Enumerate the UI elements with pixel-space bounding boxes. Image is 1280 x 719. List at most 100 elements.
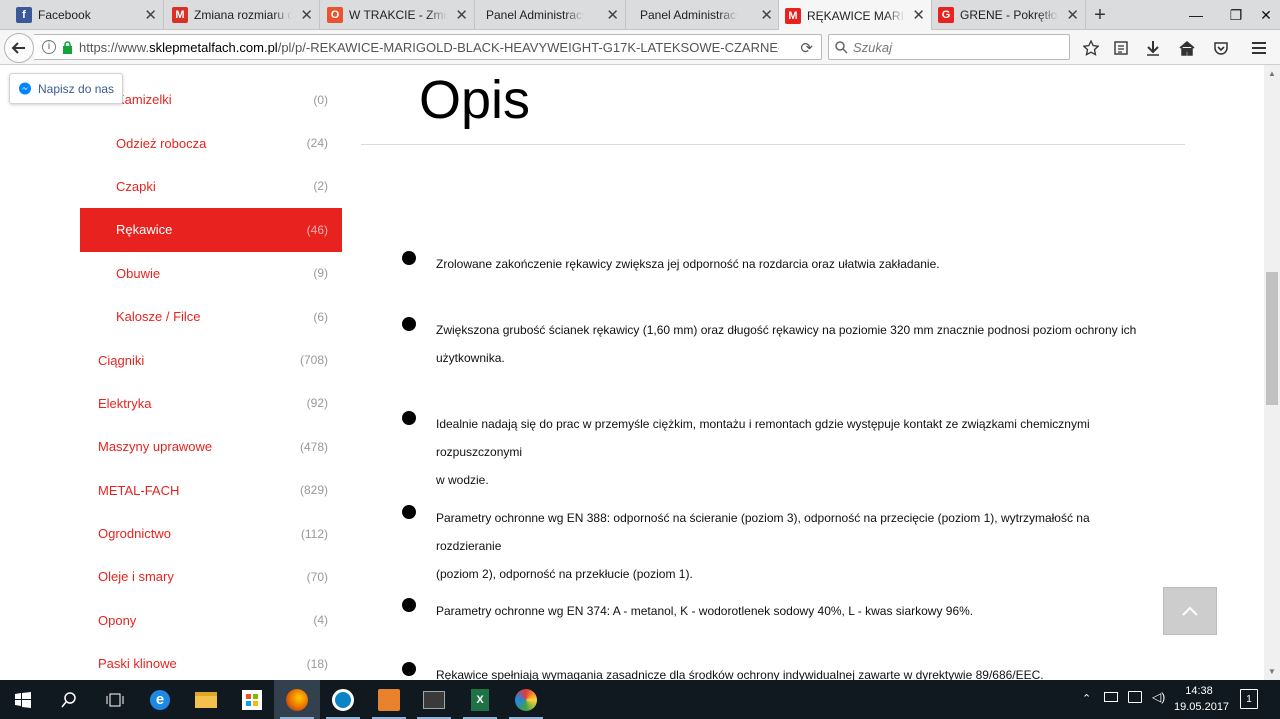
description-line: (poziom 2), odporność na przekłucie (poz…	[436, 567, 693, 581]
scroll-down-arrow-icon[interactable]: ▼	[1268, 667, 1276, 676]
scroll-up-arrow-icon[interactable]: ▲	[1268, 69, 1276, 78]
lock-icon	[63, 40, 72, 54]
store-icon[interactable]	[229, 680, 275, 719]
description-line: użytkownika.	[436, 351, 505, 365]
close-window-button[interactable]: ✕	[1252, 0, 1280, 30]
category-label: Ciągniki	[98, 352, 145, 368]
sidebar-category[interactable]: Czapki (2)	[80, 165, 342, 208]
tab-3[interactable]: O W TRAKCIE - Zmian... ✕	[321, 0, 475, 30]
category-label: Ogrodnictwo	[98, 526, 171, 542]
taskbar-clock[interactable]: 14:38 19.05.2017	[1174, 683, 1229, 715]
close-icon[interactable]: ✕	[455, 6, 468, 24]
bookmark-star-icon[interactable]	[1080, 37, 1102, 59]
task-view-icon[interactable]	[92, 680, 138, 719]
tab-5[interactable]: Panel Administracyjny - ✕	[626, 0, 780, 30]
category-label: Elektryka	[98, 395, 152, 411]
category-label: Kalosze / Filce	[116, 309, 201, 325]
chevron-up-icon	[1182, 606, 1198, 616]
sidebar-category[interactable]: Ciągniki (708)	[80, 338, 342, 381]
description-item: Rękawice spełniają wymagania zasadnicze …	[436, 661, 1156, 680]
windows-start-icon[interactable]	[0, 680, 46, 719]
sidebar-category[interactable]: METAL-FACH (829)	[80, 469, 342, 512]
grene-icon: G	[938, 7, 954, 23]
category-count: (92)	[306, 396, 328, 411]
minimize-button[interactable]: —	[1176, 0, 1216, 30]
maximize-button[interactable]: ❐	[1216, 0, 1256, 30]
category-count: (70)	[306, 569, 328, 584]
category-count: (0)	[313, 92, 328, 107]
sidebar-category[interactable]: Maszyny uprawowe (478)	[80, 425, 342, 468]
firefox-icon[interactable]	[274, 680, 320, 719]
scrollbar-thumb[interactable]	[1266, 272, 1278, 405]
category-label: Kamizelki	[116, 92, 172, 108]
excel-icon[interactable]: X	[457, 680, 503, 719]
windows-taskbar: e X ⌃ ◁) 14:38 19.05.2017 1	[0, 680, 1280, 719]
category-count: (112)	[300, 526, 328, 541]
new-tab-button[interactable]: +	[1088, 2, 1112, 28]
battery-icon[interactable]	[1104, 692, 1118, 702]
category-label: Maszyny uprawowe	[98, 439, 213, 455]
paint-icon[interactable]	[503, 680, 549, 719]
volume-icon[interactable]: ◁)	[1152, 690, 1165, 704]
description-title: Opis	[419, 70, 531, 130]
search-placeholder: Szukaj	[853, 39, 893, 55]
description-item: Parametry ochronne wg EN 374: A - metano…	[436, 597, 1156, 625]
sidebar-category[interactable]: Kalosze / Filce (6)	[80, 295, 342, 338]
bullet-icon	[402, 598, 416, 612]
tab-title: Panel Administracyjny	[486, 8, 584, 22]
scroll-to-top-button[interactable]	[1163, 587, 1217, 635]
sidebar-category[interactable]: Obuwie (9)	[80, 252, 342, 295]
thunderbird-icon[interactable]	[320, 680, 366, 719]
tab-7[interactable]: G GRENE - Pokrętło d... ✕	[932, 0, 1086, 30]
tab-4[interactable]: Panel Administracyjny ✕	[472, 0, 626, 30]
sidebar-category[interactable]: Rękawice (46)	[80, 208, 342, 252]
description-item: Zrolowane zakończenie rękawicy zwiększa …	[436, 250, 1156, 278]
edge-icon[interactable]: e	[137, 680, 183, 719]
sidebar-category[interactable]: Paski klinowe (18)	[80, 642, 342, 680]
home-icon[interactable]	[1176, 37, 1198, 59]
reload-icon[interactable]: ⟳	[800, 39, 813, 57]
close-icon[interactable]: ✕	[1066, 6, 1079, 24]
category-count: (6)	[313, 309, 328, 324]
app-dark-icon[interactable]	[411, 680, 457, 719]
menu-icon[interactable]	[1248, 37, 1270, 59]
pocket-icon[interactable]	[1210, 37, 1232, 59]
reading-list-icon[interactable]	[1110, 37, 1132, 59]
back-button[interactable]	[4, 33, 34, 63]
sidebar-category[interactable]: Elektryka (92)	[80, 382, 342, 425]
category-label: Oleje i smary	[98, 569, 174, 585]
tray-chevron-up-icon[interactable]: ⌃	[1082, 692, 1091, 705]
sidebar-category[interactable]: Oleje i smary (70)	[80, 555, 342, 598]
close-icon[interactable]: ✕	[912, 6, 925, 24]
close-icon[interactable]: ✕	[760, 6, 773, 24]
app-orange-icon[interactable]	[366, 680, 412, 719]
url-text[interactable]: https://www.sklepmetalfach.com.pl/pl/p/-…	[79, 40, 779, 55]
browser-chrome: f Facebook ✕ M Zmiana rozmiaru c... ✕ O W TRAKC…	[0, 0, 1280, 65]
download-icon[interactable]	[1142, 37, 1164, 59]
page-scrollbar[interactable]: ▲ ▼	[1264, 65, 1280, 680]
sidebar-category[interactable]: Opony (4)	[80, 599, 342, 642]
search-icon[interactable]	[46, 680, 92, 719]
search-input[interactable]: Szukaj	[828, 34, 1070, 60]
sidebar-category[interactable]: Odzież robocza (24)	[80, 121, 342, 164]
url-bar[interactable]: i https://www.sklepmetalfach.com.pl/pl/p…	[34, 34, 822, 60]
tab-6[interactable]: M RĘKAWICE MARIGO... ✕	[778, 0, 932, 31]
tab-2[interactable]: M Zmiana rozmiaru c... ✕	[166, 0, 320, 30]
network-icon[interactable]	[1128, 691, 1142, 703]
messenger-chat-button[interactable]: Napisz do nas	[9, 73, 123, 104]
close-icon[interactable]: ✕	[144, 6, 157, 24]
messenger-icon	[19, 82, 31, 94]
lifebuoy-icon: O	[327, 7, 343, 23]
bullet-icon	[402, 505, 416, 519]
close-icon[interactable]: ✕	[606, 6, 619, 24]
action-center-icon[interactable]: 1	[1240, 689, 1258, 709]
tab-title: Panel Administracyjny -	[640, 8, 738, 22]
info-icon[interactable]: i	[42, 40, 56, 54]
title-divider	[361, 144, 1185, 145]
sidebar-category[interactable]: Ogrodnictwo (112)	[80, 512, 342, 555]
description-line: Rękawice spełniają wymagania zasadnicze …	[436, 668, 1044, 680]
tab-1[interactable]: f Facebook ✕	[10, 0, 164, 30]
close-icon[interactable]: ✕	[300, 6, 313, 24]
category-count: (46)	[306, 222, 328, 237]
file-explorer-icon[interactable]	[183, 680, 229, 719]
